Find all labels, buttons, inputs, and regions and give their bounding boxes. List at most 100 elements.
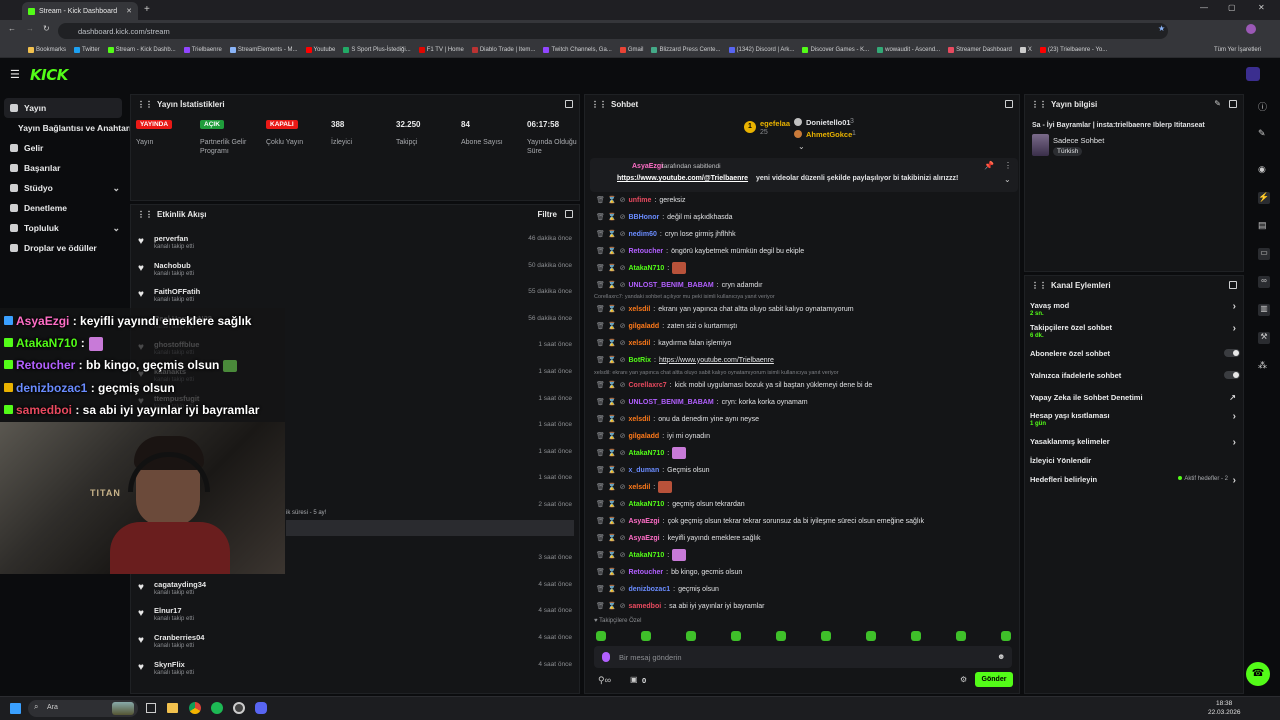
ban-icon[interactable]: ⊘ [620, 517, 626, 525]
chat-username[interactable]: nedim60 [628, 231, 656, 238]
obs-icon[interactable] [233, 702, 245, 714]
send-button[interactable]: Gönder [975, 672, 1013, 687]
chat-message[interactable]: 🗑 ⌛ ⊘ nedim60: cryn lose girmiş jhflhhk [596, 226, 1016, 242]
timeout-icon[interactable]: ⌛ [608, 322, 617, 330]
channel-action-item[interactable]: Yapay Zeka ile Sohbet Denetimi ↗ [1030, 393, 1240, 402]
chevron-right-icon[interactable]: › [1233, 411, 1236, 422]
toggle-switch[interactable] [1224, 349, 1240, 357]
chat-message[interactable]: 🗑 ⌛ ⊘ BBHonor: değil mi aşkıdkhasda [596, 209, 1016, 225]
channel-action-item[interactable]: Yavaş mod 2 sn. › [1030, 301, 1240, 317]
bookmark-item[interactable]: Twitter [74, 46, 100, 53]
bookmark-star-icon[interactable]: ★ [1158, 24, 1165, 33]
expand-icon[interactable] [1229, 100, 1237, 108]
delete-message-icon[interactable]: 🗑 [596, 305, 605, 313]
chat-username[interactable]: denizbozac1 [628, 586, 670, 593]
timeout-icon[interactable]: ⌛ [608, 196, 617, 204]
ban-icon[interactable]: ⊘ [620, 305, 626, 313]
timeout-icon[interactable]: ⌛ [608, 264, 617, 272]
timeout-icon[interactable]: ⌛ [608, 483, 617, 491]
quick-emote-icon[interactable] [776, 631, 786, 641]
bookmark-item[interactable]: StreamElements - M... [229, 46, 298, 53]
reload-icon[interactable]: ↻ [43, 24, 50, 33]
timeout-icon[interactable]: ⌛ [608, 305, 617, 313]
drag-handle-icon[interactable]: ⋮⋮ [137, 210, 153, 219]
quick-emote-icon[interactable] [821, 631, 831, 641]
chevron-right-icon[interactable]: › [1233, 301, 1236, 312]
bookmark-item[interactable]: Discover Games - K... [802, 46, 869, 53]
chat-message[interactable]: 🗑 ⌛ ⊘ AsyaEzgi: çok geçmiş olsun tekrar tekr… [596, 513, 1016, 529]
bookmark-item[interactable]: Blizzard Press Cente... [651, 46, 721, 53]
delete-message-icon[interactable]: 🗑 [596, 449, 605, 457]
bookmark-item[interactable]: Streamer Dashboard [948, 46, 1012, 53]
timeout-icon[interactable]: ⌛ [608, 213, 617, 221]
ban-icon[interactable]: ⊘ [620, 247, 626, 255]
chat-message[interactable]: 🗑 ⌛ ⊘ unfime: gereksiz [596, 192, 1016, 208]
delete-message-icon[interactable]: 🗑 [596, 483, 605, 491]
delete-message-icon[interactable]: 🗑 [596, 500, 605, 508]
activity-username[interactable]: Nachobub [154, 261, 191, 270]
channel-action-item[interactable]: Yasaklanmış kelimeler › [1030, 437, 1240, 448]
chat-username[interactable]: Corellaxrc7 [628, 382, 666, 389]
support-chat-button[interactable]: ☎ [1246, 662, 1270, 686]
timeout-icon[interactable]: ⌛ [608, 449, 617, 457]
chat-message[interactable]: 🗑 ⌛ ⊘ Retoucher: bb kingo, gecmis olsun [596, 564, 1016, 580]
chat-username[interactable]: xelsdil [628, 306, 650, 313]
activity-item[interactable]: ♥ cagatayding34 kanalı takip etti 4 saat ön… [138, 576, 572, 602]
quick-emote-icon[interactable] [641, 631, 651, 641]
chat-message[interactable]: 🗑 ⌛ ⊘ AtakaN710: [596, 445, 1016, 461]
channel-action-item[interactable]: Hedefleri belirleyin Aktif hedefler - 2 › [1030, 475, 1240, 486]
minimize-icon[interactable]: — [1200, 3, 1208, 12]
chat-message[interactable]: 🗑 ⌛ ⊘ xelsdil: [596, 479, 1016, 495]
activity-username[interactable]: SkynFlix [154, 660, 185, 669]
chat-message[interactable]: 🗑 ⌛ ⊘ AtakaN710: [596, 260, 1016, 276]
ban-icon[interactable]: ⊘ [620, 322, 626, 330]
delete-message-icon[interactable]: 🗑 [596, 602, 605, 610]
gift-icon[interactable]: ▣ [630, 675, 638, 684]
bookmark-item[interactable]: Trielbaenre [183, 46, 222, 53]
maximize-icon[interactable]: ▢ [1228, 3, 1236, 12]
chat-username[interactable]: unfime [628, 197, 651, 204]
timeout-icon[interactable]: ⌛ [608, 466, 617, 474]
active-goals-indicator[interactable]: Aktif hedefler - 2 [1178, 476, 1228, 482]
bookmark-item[interactable]: Twitch Channels, Ga... [543, 46, 612, 53]
delete-message-icon[interactable]: 🗑 [596, 281, 605, 289]
quick-emote-icon[interactable] [686, 631, 696, 641]
delete-message-icon[interactable]: 🗑 [596, 213, 605, 221]
user-avatar[interactable] [1246, 67, 1260, 81]
chat-username[interactable]: AtakaN710 [628, 265, 664, 272]
timeout-icon[interactable]: ⌛ [608, 602, 617, 610]
chrome-icon[interactable] [189, 702, 201, 714]
chevron-down-icon[interactable]: ⌄ [112, 223, 120, 234]
chat-username[interactable]: AtakaN710 [628, 450, 664, 457]
collapse-chevron-icon[interactable]: ⌄ [798, 142, 805, 151]
delete-message-icon[interactable]: 🗑 [596, 534, 605, 542]
chat-message[interactable]: 🗑 ⌛ ⊘ Retoucher: öngörü kaybetmek mümkün deg… [596, 243, 1016, 259]
pencil-icon[interactable]: ✎ [1258, 128, 1270, 140]
timeout-icon[interactable]: ⌛ [608, 568, 617, 576]
timeout-icon[interactable]: ⌛ [608, 500, 617, 508]
smiley-icon[interactable]: ☻ [997, 652, 1005, 661]
quick-emote-icon[interactable] [866, 631, 876, 641]
chat-message[interactable]: 🗑 ⌛ ⊘ xelsdil: ekranı yan yapınca chat altta… [596, 301, 1016, 317]
ban-icon[interactable]: ⊘ [620, 602, 626, 610]
edit-pencil-icon[interactable]: ✎ [1214, 99, 1221, 108]
top-gifter-name[interactable]: AhmetGokce [806, 130, 852, 139]
chat-username[interactable]: gilgaladd [628, 433, 659, 440]
chat-bubble-icon[interactable]: ▭ [1258, 248, 1270, 260]
ban-icon[interactable]: ⊘ [620, 264, 626, 272]
channel-action-item[interactable]: Abonelere özel sohbet [1030, 349, 1240, 358]
chat-username[interactable]: UNLOST_BENIM_BABAM [628, 399, 713, 406]
sidebar-item-2[interactable]: Yayın Bağlantısı ve Anahtarı [0, 118, 132, 138]
quick-emote-icon[interactable] [956, 631, 966, 641]
chat-message[interactable]: 🗑 ⌛ ⊘ AsyaEzgi: keyifli yayındı emeklere sağ… [596, 530, 1016, 546]
drag-handle-icon[interactable]: ⋮⋮ [1031, 281, 1047, 290]
timeout-icon[interactable]: ⌛ [608, 551, 617, 559]
filter-button[interactable]: Filtre [537, 210, 557, 219]
link-icon[interactable]: ∞ [1258, 276, 1270, 288]
ban-icon[interactable]: ⊘ [620, 466, 626, 474]
toggle-switch[interactable] [1224, 371, 1240, 379]
sidebar-item-4[interactable]: Başarılar [0, 158, 128, 178]
hammer-icon[interactable]: ⚒ [1258, 332, 1270, 344]
ban-icon[interactable]: ⊘ [620, 230, 626, 238]
chat-username[interactable]: AsyaEzgi [628, 518, 659, 525]
